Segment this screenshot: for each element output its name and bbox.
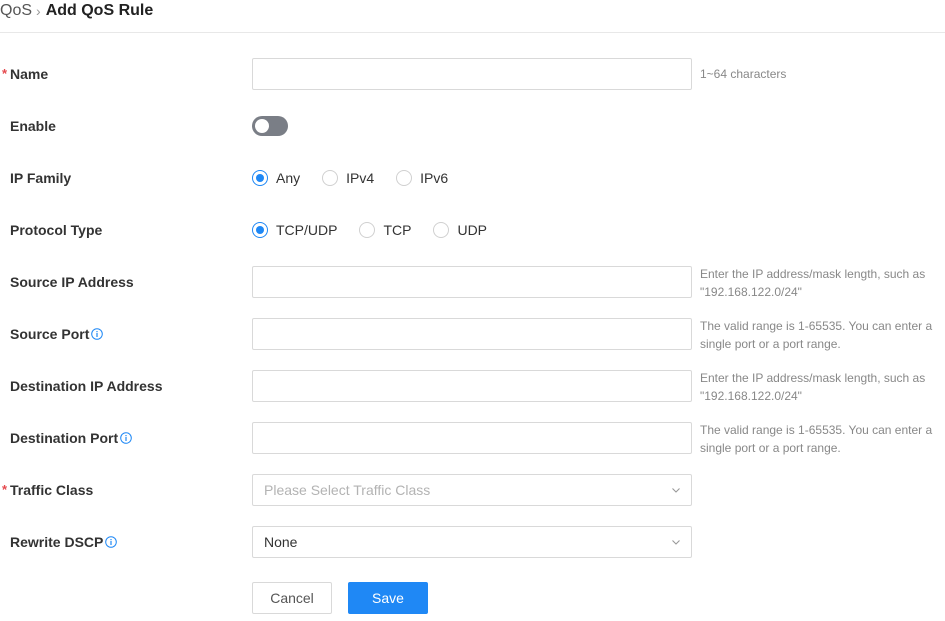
info-icon[interactable]	[120, 432, 132, 444]
traffic-class-row: * Traffic Class Please Select Traffic Cl…	[0, 474, 945, 506]
source-port-input[interactable]	[252, 318, 692, 350]
name-hint: 1~64 characters	[700, 67, 787, 81]
cancel-button[interactable]: Cancel	[252, 582, 332, 614]
source-port-hint: The valid range is 1-65535. You can ente…	[700, 317, 945, 353]
dest-port-input[interactable]	[252, 422, 692, 454]
rewrite-dscp-label: Rewrite DSCP	[10, 526, 118, 558]
source-ip-row: Source IP Address Enter the IP address/m…	[0, 265, 945, 301]
source-ip-hint: Enter the IP address/mask length, such a…	[700, 265, 945, 301]
source-ip-input[interactable]	[252, 266, 692, 298]
enable-toggle[interactable]	[252, 116, 288, 136]
enable-row: Enable	[0, 110, 945, 142]
breadcrumb-separator-icon: ›	[36, 3, 41, 19]
radio-label: TCP	[383, 222, 412, 238]
rewrite-dscp-value: None	[264, 534, 298, 550]
dest-port-row: Destination Port The valid range is 1-65…	[0, 421, 945, 457]
page-header: QoS › Add QoS Rule	[0, 0, 945, 33]
radio-label: IPv4	[346, 170, 375, 186]
name-input[interactable]	[252, 58, 692, 90]
chevron-down-icon	[672, 540, 680, 545]
protocol-type-row: Protocol Type TCP/UDP TCP UDP	[0, 214, 945, 246]
ip-family-option-any[interactable]: Any	[252, 170, 300, 186]
source-port-label: Source Port	[10, 318, 104, 350]
radio-checked-icon[interactable]	[252, 222, 268, 238]
hint-line: single port or a port range.	[700, 441, 841, 455]
protocol-type-label: Protocol Type	[10, 222, 103, 238]
ip-family-option-ipv4[interactable]: IPv4	[322, 170, 374, 186]
dest-port-label-text: Destination Port	[10, 430, 119, 446]
source-port-label-text: Source Port	[10, 326, 90, 342]
save-button[interactable]: Save	[348, 582, 428, 614]
radio-unchecked-icon[interactable]	[396, 170, 413, 186]
ip-family-option-ipv6[interactable]: IPv6	[396, 170, 448, 186]
dest-port-label: Destination Port	[10, 422, 132, 454]
name-label: Name	[10, 66, 49, 82]
name-row: * Name 1~64 characters	[0, 58, 945, 90]
ip-family-radio-group: Any IPv4 IPv6	[252, 162, 470, 194]
hint-line: "192.168.122.0/24"	[700, 389, 802, 403]
rewrite-dscp-row: Rewrite DSCP None	[0, 526, 945, 558]
hint-line: The valid range is 1-65535. You can ente…	[700, 319, 933, 333]
breadcrumb: QoS › Add QoS Rule	[0, 0, 153, 22]
enable-label: Enable	[10, 118, 56, 134]
source-port-row: Source Port The valid range is 1-65535. …	[0, 317, 945, 353]
protocol-option-tcp[interactable]: TCP	[359, 222, 411, 238]
hint-line: single port or a port range.	[700, 337, 841, 351]
dest-ip-input[interactable]	[252, 370, 692, 402]
radio-label: UDP	[457, 222, 488, 238]
rewrite-dscp-label-text: Rewrite DSCP	[10, 534, 104, 550]
protocol-option-udp[interactable]: UDP	[433, 222, 487, 238]
radio-label: IPv6	[420, 170, 449, 186]
hint-line: Enter the IP address/mask length, such a…	[700, 371, 926, 385]
source-ip-label: Source IP Address	[10, 274, 134, 290]
page-title: Add QoS Rule	[45, 2, 154, 19]
dest-ip-row: Destination IP Address Enter the IP addr…	[0, 369, 945, 405]
chevron-down-icon	[672, 488, 680, 493]
breadcrumb-parent-link[interactable]: QoS	[0, 2, 32, 20]
required-mark: *	[2, 482, 8, 497]
rewrite-dscp-select[interactable]: None	[252, 526, 692, 558]
toggle-knob	[255, 119, 269, 133]
radio-unchecked-icon[interactable]	[322, 170, 339, 186]
traffic-class-select[interactable]: Please Select Traffic Class	[252, 474, 692, 506]
radio-unchecked-icon[interactable]	[433, 222, 450, 238]
hint-line: Enter the IP address/mask length, such a…	[700, 267, 926, 281]
hint-line: "192.168.122.0/24"	[700, 285, 802, 299]
traffic-class-label: Traffic Class	[10, 482, 94, 498]
dest-ip-label: Destination IP Address	[10, 378, 163, 394]
dest-ip-hint: Enter the IP address/mask length, such a…	[700, 369, 945, 405]
radio-unchecked-icon[interactable]	[359, 222, 376, 238]
info-icon[interactable]	[91, 328, 104, 340]
radio-checked-icon[interactable]	[252, 170, 268, 186]
hint-line: The valid range is 1-65535. You can ente…	[700, 423, 933, 437]
info-icon[interactable]	[105, 536, 118, 548]
protocol-option-tcp-udp[interactable]: TCP/UDP	[252, 222, 337, 238]
protocol-type-radio-group: TCP/UDP TCP UDP	[252, 214, 509, 246]
ip-family-label: IP Family	[10, 170, 72, 186]
radio-label: Any	[276, 170, 301, 186]
dest-port-hint: The valid range is 1-65535. You can ente…	[700, 421, 945, 457]
ip-family-row: IP Family Any IPv4 IPv6	[0, 162, 945, 194]
required-mark: *	[2, 66, 8, 81]
traffic-class-placeholder: Please Select Traffic Class	[264, 482, 431, 498]
radio-label: TCP/UDP	[276, 222, 338, 238]
